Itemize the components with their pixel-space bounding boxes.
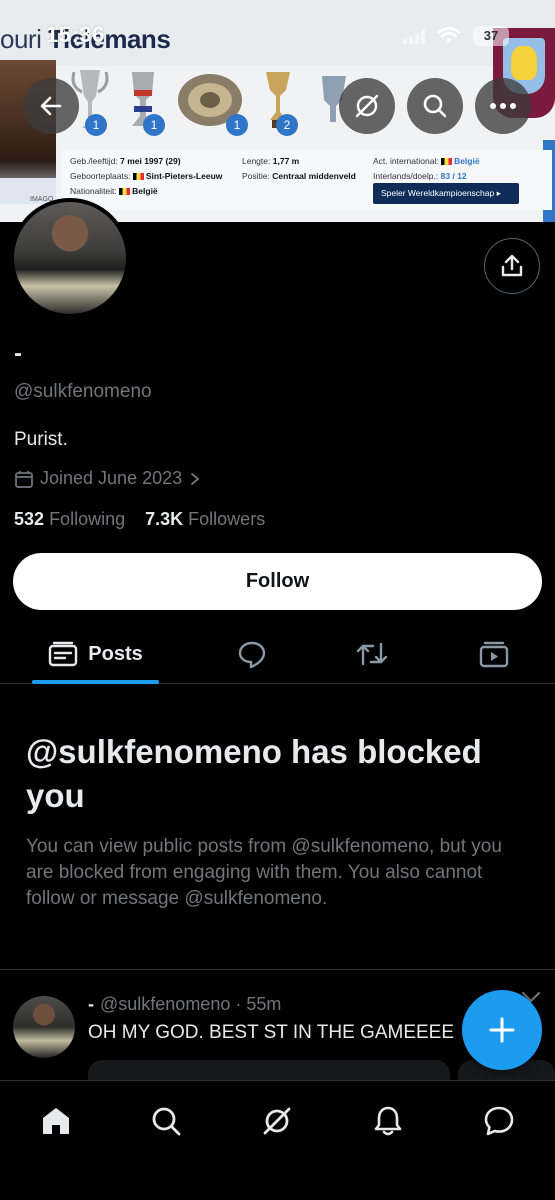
plus-icon — [489, 1017, 515, 1043]
grok-icon — [263, 1107, 291, 1135]
nav-messages[interactable] — [477, 1099, 521, 1143]
media-icon — [479, 641, 509, 668]
chevron-right-icon — [191, 472, 200, 485]
tab-posts[interactable]: Posts — [32, 624, 159, 684]
reply-icon — [238, 641, 266, 669]
follow-button[interactable]: Follow — [13, 553, 542, 610]
status-icons: 37 — [403, 26, 509, 46]
info-position: Positie: Centraal middenveld — [242, 171, 356, 181]
share-icon — [501, 254, 523, 277]
grok-icon — [355, 94, 379, 118]
blocked-description: You can view public posts from @sulkfeno… — [26, 836, 502, 909]
post-header: - @sulkfenomeno · 55m — [88, 994, 281, 1015]
home-icon — [43, 1108, 69, 1134]
nav-grok[interactable] — [255, 1099, 299, 1143]
search-icon — [423, 94, 447, 118]
post-meta: @sulkfenomeno · 55m — [100, 994, 282, 1014]
profile-handle: @sulkfenomeno — [14, 381, 152, 402]
nav-notifications[interactable] — [366, 1099, 410, 1143]
calendar-icon — [15, 470, 33, 488]
profile-bio: Purist. — [14, 429, 68, 450]
info-international: Act. international: België — [373, 156, 480, 166]
profile-display-name: - — [14, 340, 22, 367]
arrow-left-icon — [40, 96, 62, 116]
more-button[interactable] — [475, 78, 531, 134]
post-author-name[interactable]: - — [88, 994, 94, 1014]
active-tab-indicator — [32, 680, 159, 684]
tab-media[interactable] — [464, 624, 524, 684]
compose-button[interactable] — [462, 990, 542, 1070]
posts-icon — [49, 641, 78, 667]
search-button[interactable] — [407, 78, 463, 134]
blocked-title: @sulkfenomeno has blocked you — [26, 733, 482, 814]
trophy-count-badge: 1 — [85, 114, 107, 136]
nav-home[interactable] — [34, 1099, 78, 1143]
more-icon — [490, 103, 516, 109]
search-icon — [152, 1107, 181, 1136]
tab-replies[interactable] — [222, 624, 282, 684]
signal-icon — [403, 28, 425, 44]
tab-posts-label: Posts — [88, 642, 143, 665]
wifi-icon — [437, 27, 461, 43]
info-caps: Interlands/doelp.: 83 / 12 — [373, 171, 467, 181]
repost-icon — [356, 642, 388, 666]
info-height: Lengte: 1,77 m — [242, 156, 300, 166]
tab-reposts[interactable] — [342, 624, 402, 684]
battery-icon: 37 — [473, 26, 509, 46]
profile-stats: 532 Following 7.3K Followers — [14, 509, 265, 530]
profile-avatar[interactable] — [10, 198, 130, 318]
profile-joined[interactable]: Joined June 2023 — [14, 468, 202, 489]
bottom-navigation — [0, 1080, 555, 1200]
post-avatar[interactable] — [13, 996, 75, 1058]
bell-icon — [374, 1106, 402, 1136]
nav-explore[interactable] — [144, 1099, 188, 1143]
banner-name-first: ouri — [0, 24, 49, 54]
divider — [0, 969, 555, 970]
profile-tabs: Posts — [0, 624, 555, 684]
following-link[interactable]: 532 Following — [14, 509, 125, 529]
trophy-count-badge: 1 — [226, 114, 248, 136]
share-button[interactable] — [484, 238, 540, 294]
trophy-count-badge: 1 — [143, 114, 165, 136]
info-nationality: Nationaliteit: België — [70, 186, 158, 196]
back-button[interactable] — [23, 78, 79, 134]
trophy-count-badge: 2 — [276, 114, 298, 136]
avatar-image — [14, 202, 126, 314]
chat-icon — [484, 1106, 514, 1136]
followers-link[interactable]: 7.3K Followers — [145, 509, 265, 529]
grok-button[interactable] — [339, 78, 395, 134]
status-time: 15:36 — [46, 22, 105, 47]
joined-date: Joined June 2023 — [40, 468, 183, 488]
info-birthplace: Geboorteplaats: Sint-Pieters-Leeuw — [70, 171, 223, 181]
world-cup-player-button: Speler Wereldkampioenschap ▸ — [373, 183, 519, 204]
post-text[interactable]: OH MY GOD. BEST ST IN THE GAMEEEE — [88, 1022, 468, 1044]
info-birth: Geb./leeftijd: 7 mei 1997 (29) — [70, 156, 181, 166]
